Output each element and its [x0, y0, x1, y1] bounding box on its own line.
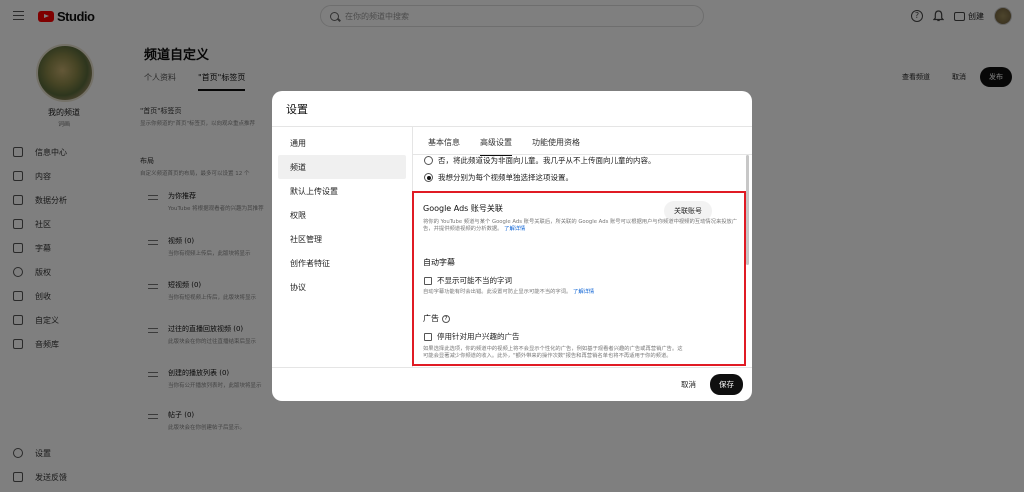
settings-nav-creator-attributes[interactable]: 创作者特征 — [272, 251, 412, 275]
help-icon[interactable]: ? — [442, 314, 450, 323]
settings-nav-general[interactable]: 通用 — [272, 131, 412, 155]
radio-button[interactable] — [424, 173, 433, 182]
checkbox-hide-inappropriate[interactable]: 不显示可能不当的字词 — [424, 275, 512, 286]
checkbox-label: 不显示可能不当的字词 — [437, 276, 512, 285]
checkbox-disable-interest-ads[interactable]: 停用针对用户兴趣的广告 — [424, 331, 520, 342]
settings-dialog: 设置 通用 频道 默认上传设置 权限 社区管理 创作者特征 协议 基本信息 高级… — [272, 91, 752, 401]
settings-nav-community[interactable]: 社区管理 — [272, 227, 412, 251]
ads-title-text: 广告 — [423, 314, 439, 323]
google-ads-title: Google Ads 账号关联 — [423, 204, 503, 213]
auto-captions-desc: 自动字幕功能有时会出错。此设置可防止显示可能不当的字词。 了解详情 — [423, 289, 739, 296]
checkbox[interactable] — [424, 332, 432, 341]
auto-captions-title: 自动字幕 — [423, 258, 455, 267]
settings-nav-channel[interactable]: 频道 — [278, 155, 406, 179]
settings-nav-upload-defaults[interactable]: 默认上传设置 — [272, 179, 412, 203]
radio-label: 否，将此频道设为非面向儿童。我几乎从不上传面向儿童的内容。 — [438, 156, 656, 165]
radio-button[interactable] — [424, 156, 433, 165]
ads-desc-line: 如果选择此选项，你的频道中的视频上将不会显示个性化的广告，例如基于观看者兴趣的广… — [423, 346, 683, 352]
ads-title: 广告? — [423, 313, 450, 324]
checkbox-label: 停用针对用户兴趣的广告 — [437, 332, 520, 341]
settings-nav: 通用 频道 默认上传设置 权限 社区管理 创作者特征 协议 — [272, 127, 412, 299]
cancel-button[interactable]: 取消 — [675, 375, 702, 394]
scrollbar[interactable] — [746, 155, 749, 265]
radio-not-for-kids[interactable]: 否，将此频道设为非面向儿童。我几乎从不上传面向儿童的内容。 — [424, 155, 656, 166]
dialog-title: 设置 — [286, 103, 308, 116]
settings-nav-agreements[interactable]: 协议 — [272, 275, 412, 299]
learn-more-link[interactable]: 了解详情 — [573, 289, 594, 295]
ads-desc-line: 可能会显著减少你频道的收入。此外，"额外带来的操作次数"报告和再营销名单也将不再… — [423, 353, 672, 359]
radio-label: 我想分别为每个视频单独选择这项设置。 — [438, 173, 573, 182]
link-account-button[interactable]: 关联账号 — [664, 201, 712, 221]
settings-nav-permissions[interactable]: 权限 — [272, 203, 412, 227]
google-ads-desc-text: 将你的 YouTube 频道与某个 Google Ads 账号关联后，所关联的 … — [423, 219, 738, 232]
checkbox[interactable] — [424, 276, 432, 285]
save-button[interactable]: 保存 — [710, 374, 743, 395]
learn-more-link[interactable]: 了解详情 — [504, 226, 525, 232]
google-ads-desc: 将你的 YouTube 频道与某个 Google Ads 账号关联后，所关联的 … — [423, 219, 739, 233]
radio-per-video[interactable]: 我想分别为每个视频单独选择这项设置。 — [424, 172, 573, 183]
ads-desc: 如果选择此选项，你的频道中的视频上将不会显示个性化的广告，例如基于观看者兴趣的广… — [423, 346, 739, 360]
divider — [272, 367, 752, 368]
auto-captions-desc-text: 自动字幕功能有时会出错。此设置可防止显示可能不当的字词。 — [423, 289, 572, 295]
